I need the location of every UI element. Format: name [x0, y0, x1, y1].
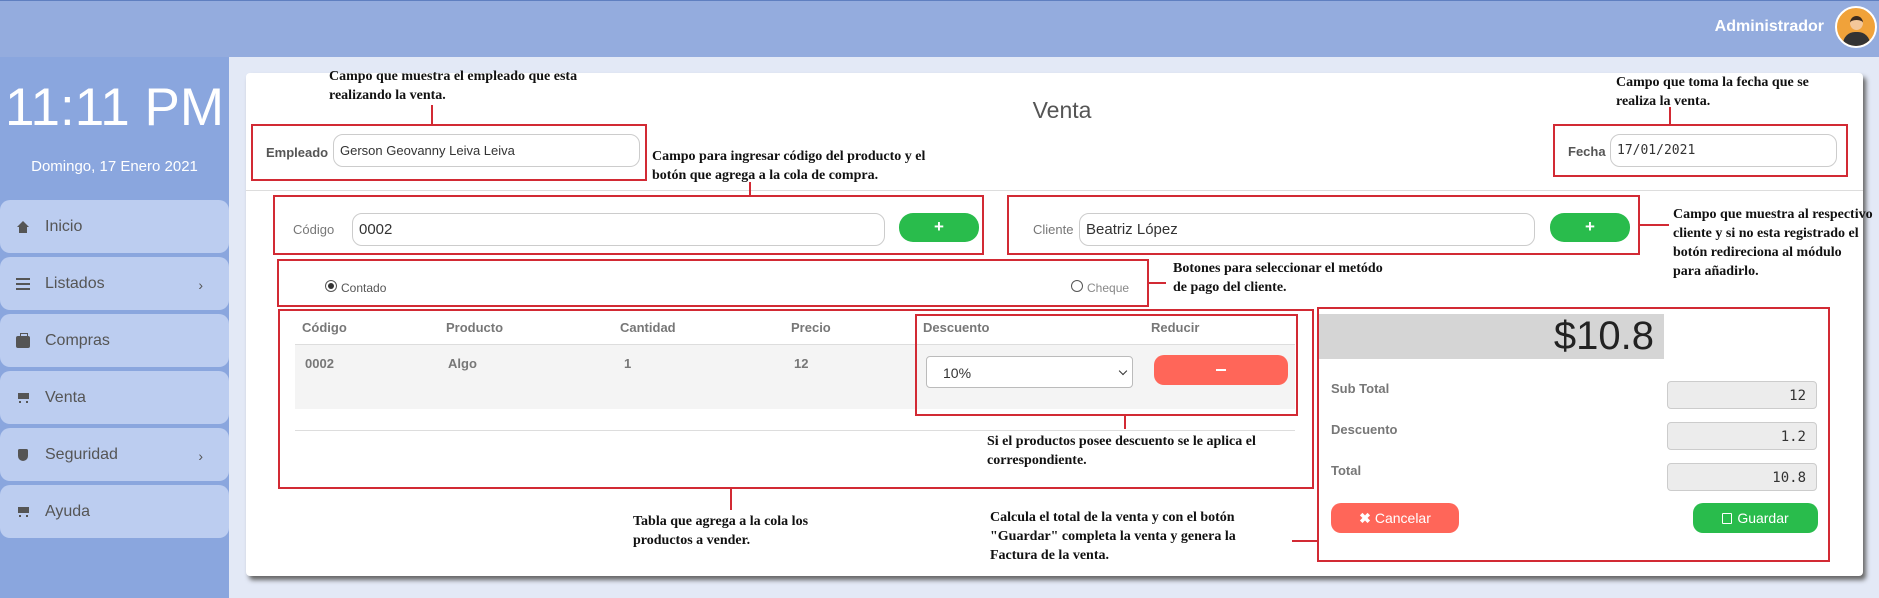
annotation-payment: Botones para seleccionar el metódo de pa… — [1173, 261, 1383, 295]
annotation-client: Campo que muestra al respectivo cliente … — [1673, 207, 1873, 279]
annotation-connector — [730, 488, 732, 510]
annotation-employee: Campo que muestra el empleado que esta r… — [329, 69, 578, 103]
sidebar-item-label: Inicio — [45, 217, 83, 235]
sidebar-item-seguridad[interactable]: Seguridad › — [0, 428, 229, 481]
annotation-connector — [1639, 224, 1669, 226]
sidebar-item-ayuda[interactable]: Ayuda — [0, 485, 229, 538]
sidebar-item-label: Venta — [45, 388, 86, 406]
sidebar-item-compras[interactable]: Compras — [0, 314, 229, 367]
top-bar: Administrador — [0, 0, 1879, 57]
annotation-connector — [1124, 415, 1126, 429]
annotation-box-payment — [277, 259, 1149, 307]
annotation-connector — [431, 105, 433, 125]
annotation-box-discount — [915, 314, 1298, 416]
chevron-right-icon: › — [198, 448, 203, 464]
shield-icon — [16, 448, 30, 461]
divider — [246, 190, 1863, 191]
page-title: Venta — [1032, 97, 1092, 123]
avatar[interactable] — [1835, 6, 1877, 48]
sidebar-item-label: Ayuda — [45, 502, 91, 520]
annotation-box-date — [1553, 124, 1848, 177]
annotation-box-client — [1007, 195, 1640, 255]
annotation-discount: Si el productos posee descuento se le ap… — [987, 434, 1256, 468]
sidebar-item-label: Listados — [45, 274, 105, 292]
user-name[interactable]: Administrador — [1715, 18, 1824, 36]
annotation-box-code — [273, 195, 984, 255]
sidebar-item-label: Seguridad — [45, 445, 118, 463]
sidebar-item-listados[interactable]: Listados › — [0, 257, 229, 310]
annotation-box-employee — [251, 124, 647, 181]
annotation-totals: Calcula el total de la venta y con el bo… — [990, 510, 1236, 563]
chevron-right-icon: › — [198, 277, 203, 293]
current-date: Domingo, 17 Enero 2021 — [31, 158, 198, 175]
sidebar-item-label: Compras — [45, 331, 110, 349]
briefcase-icon — [16, 332, 30, 348]
home-icon — [16, 220, 30, 233]
annotation-table: Tabla que agrega a la cola los productos… — [633, 514, 809, 548]
annotation-connector — [1292, 540, 1318, 542]
sidebar-item-venta[interactable]: Venta — [0, 371, 229, 424]
list-icon — [16, 277, 30, 290]
cart-icon — [16, 392, 30, 404]
annotation-connector — [1148, 282, 1166, 284]
cart-icon — [16, 506, 30, 518]
sidebar-item-inicio[interactable]: Inicio — [0, 200, 229, 253]
annotation-code: Campo para ingresar código del producto … — [652, 149, 926, 183]
annotation-box-totals — [1317, 307, 1830, 562]
annotation-date: Campo que toma la fecha que se realiza l… — [1616, 75, 1809, 109]
